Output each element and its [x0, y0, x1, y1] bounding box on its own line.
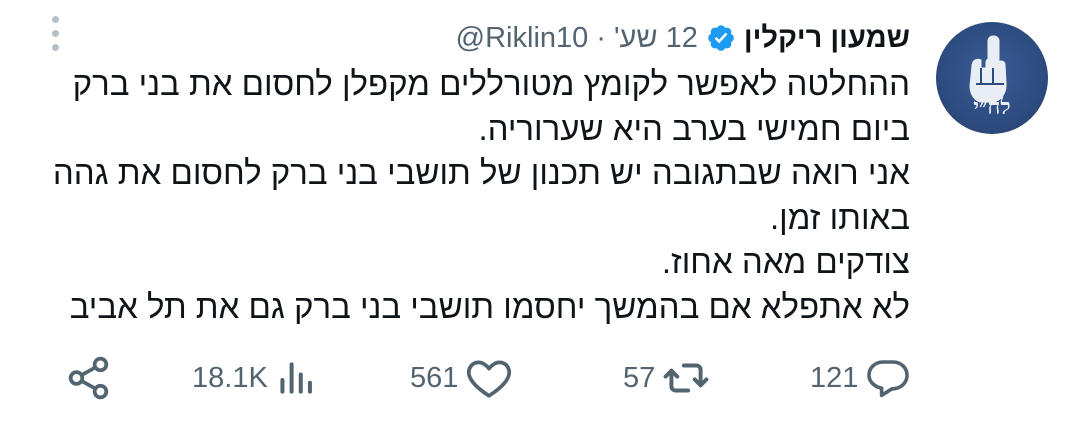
like-button[interactable]: 561: [410, 350, 514, 406]
verified-badge-icon: [708, 25, 734, 51]
tweet-text-line: לא אתפלא אם בהמשך יחסמו תושבי בני ברק גם…: [69, 287, 910, 325]
avatar-logo-text: לח״י: [973, 94, 1011, 120]
meta-separator: ·: [596, 21, 606, 54]
tweet-card[interactable]: לח״י שמעון ריקלין @Riklin10 · 12 שע' ההחלט…: [0, 0, 1080, 428]
more-vertical-icon: [52, 16, 59, 23]
reply-count: 121: [810, 361, 859, 394]
tweet-actions: 121 57 561 18.1K: [0, 350, 1080, 406]
tweet-text-line: באותו זמן.: [770, 198, 910, 236]
author-handle[interactable]: @Riklin10: [456, 22, 589, 54]
reply-icon: [867, 360, 910, 398]
heart-icon: [467, 360, 512, 398]
tweet-timestamp[interactable]: 12 שע': [614, 22, 698, 54]
tweet-header: שמעון ריקלין @Riklin10 · 12 שע': [456, 18, 910, 58]
views-icon: [280, 362, 312, 394]
views-count: 18.1K: [192, 361, 268, 394]
like-count: 561: [410, 361, 459, 394]
author-display-name[interactable]: שמעון ריקלין: [744, 22, 910, 55]
tweet-text-line: אני רואה שבתגובה יש תכנון של תושבי בני ב…: [52, 154, 910, 191]
tweet-text: ההחלטה לאפשר לקומץ מטורללים מקפלן לחסום …: [50, 62, 910, 329]
retweet-count: 57: [623, 361, 656, 394]
tweet-text-line: ביום חמישי בערב היא שערוריה.: [478, 109, 910, 147]
retweet-icon: [663, 363, 709, 393]
share-button[interactable]: [64, 350, 114, 406]
tweet-text-line: ההחלטה לאפשר לקומץ מטורללים מקפלן לחסום …: [72, 65, 910, 102]
views-button[interactable]: 18.1K: [192, 350, 318, 406]
retweet-button[interactable]: 57: [623, 350, 711, 406]
avatar[interactable]: לח״י: [936, 22, 1048, 134]
tweet-meta: @Riklin10 · 12 שע': [456, 22, 698, 55]
share-icon: [68, 356, 109, 400]
more-options-button[interactable]: [46, 14, 66, 54]
reply-button[interactable]: 121: [810, 350, 912, 406]
tweet-text-line: צודקים מאה אחוז.: [661, 243, 910, 280]
